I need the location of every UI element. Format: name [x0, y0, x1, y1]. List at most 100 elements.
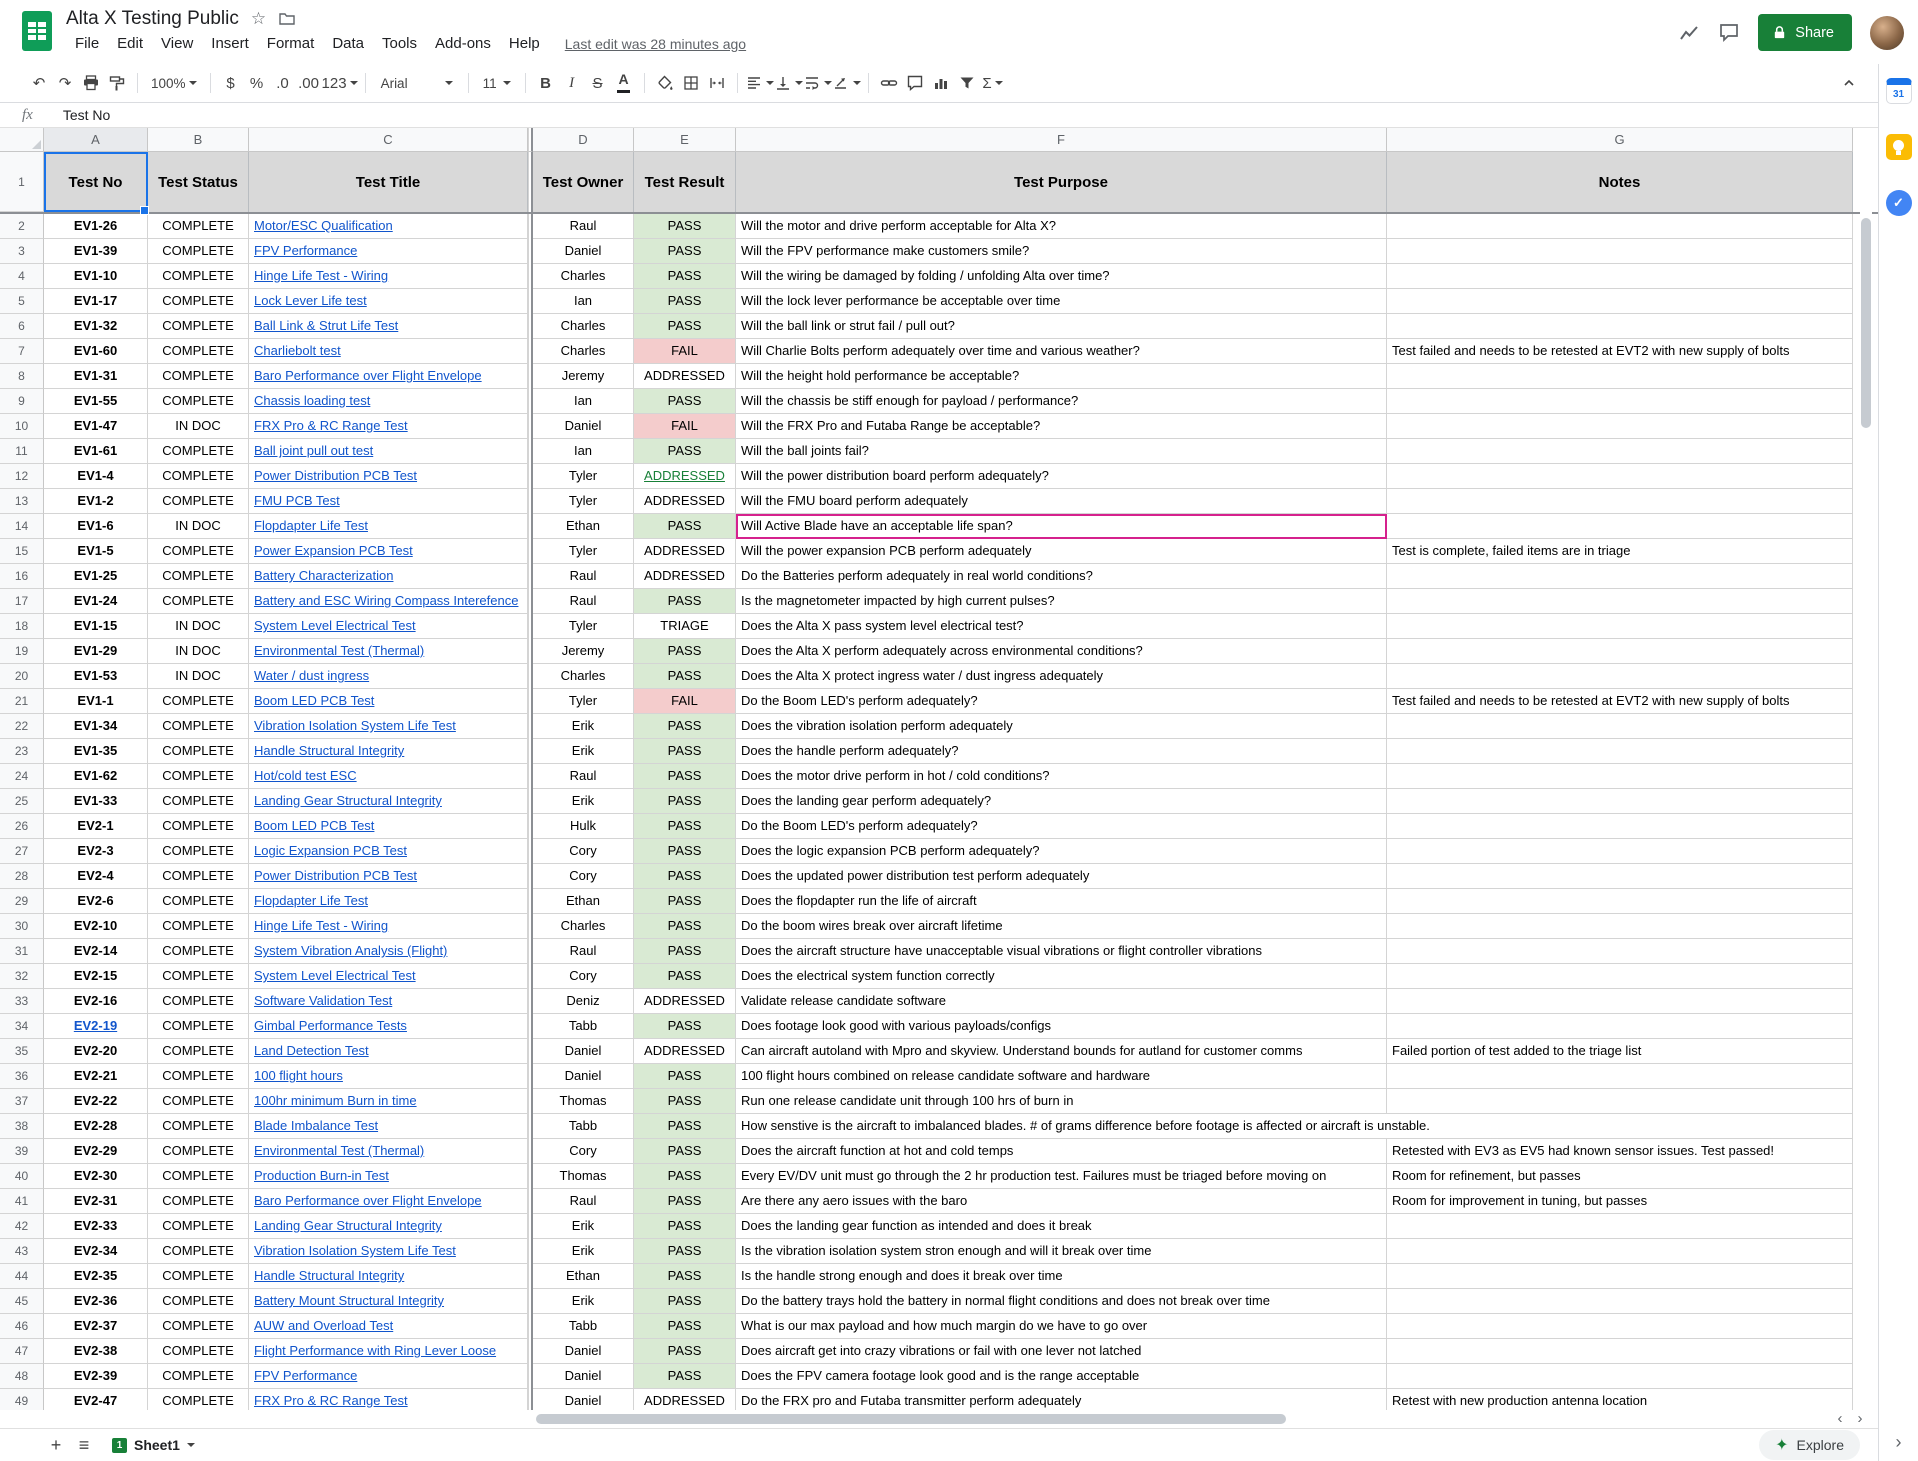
- collapse-toolbar-button[interactable]: [1836, 70, 1862, 96]
- cell-D11[interactable]: Ian: [533, 439, 634, 464]
- column-header-B[interactable]: B: [148, 128, 249, 152]
- cell-A7[interactable]: EV1-60: [44, 339, 148, 364]
- cell-C2[interactable]: Motor/ESC Qualification: [249, 214, 528, 239]
- cell-E30[interactable]: PASS: [634, 914, 736, 939]
- test-title-link[interactable]: Baro Performance over Flight Envelope: [254, 1193, 482, 1208]
- cell-B31[interactable]: COMPLETE: [148, 939, 249, 964]
- cell-A16[interactable]: EV1-25: [44, 564, 148, 589]
- horizontal-align-button[interactable]: [745, 70, 774, 96]
- cell-D20[interactable]: Charles: [533, 664, 634, 689]
- cell-F8[interactable]: Will the height hold performance be acce…: [736, 364, 1387, 389]
- row-header-14[interactable]: 14: [0, 514, 44, 539]
- cell-D38[interactable]: Tabb: [533, 1114, 634, 1139]
- cell-B9[interactable]: COMPLETE: [148, 389, 249, 414]
- cell-A20[interactable]: EV1-53: [44, 664, 148, 689]
- cell-B43[interactable]: COMPLETE: [148, 1239, 249, 1264]
- cell-F19[interactable]: Does the Alta X perform adequately acros…: [736, 639, 1387, 664]
- cell-G35[interactable]: Failed portion of test added to the tria…: [1387, 1039, 1853, 1064]
- row-header-47[interactable]: 47: [0, 1339, 44, 1364]
- cell-A22[interactable]: EV1-34: [44, 714, 148, 739]
- cell-C13[interactable]: FMU PCB Test: [249, 489, 528, 514]
- cell-F39[interactable]: Does the aircraft function at hot and co…: [736, 1139, 1387, 1164]
- column-header-F[interactable]: F: [736, 128, 1387, 152]
- cell-D26[interactable]: Hulk: [533, 814, 634, 839]
- test-title-link[interactable]: System Level Electrical Test: [254, 618, 416, 633]
- cell-G43[interactable]: [1387, 1239, 1853, 1264]
- row-header-29[interactable]: 29: [0, 889, 44, 914]
- cell-D33[interactable]: Deniz: [533, 989, 634, 1014]
- scroll-right-button[interactable]: ›: [1852, 1410, 1868, 1426]
- cell-F18[interactable]: Does the Alta X pass system level electr…: [736, 614, 1387, 639]
- undo-button[interactable]: ↶: [26, 70, 52, 96]
- menu-file[interactable]: File: [66, 33, 108, 54]
- menu-edit[interactable]: Edit: [108, 33, 152, 54]
- all-sheets-button[interactable]: ≡: [70, 1431, 98, 1459]
- cell-C46[interactable]: AUW and Overload Test: [249, 1314, 528, 1339]
- explore-button[interactable]: ✦ Explore: [1759, 1430, 1860, 1460]
- cell-F7[interactable]: Will Charlie Bolts perform adequately ov…: [736, 339, 1387, 364]
- cell-D34[interactable]: Tabb: [533, 1014, 634, 1039]
- cell-E37[interactable]: PASS: [634, 1089, 736, 1114]
- cell-G24[interactable]: [1387, 764, 1853, 789]
- row-header-41[interactable]: 41: [0, 1189, 44, 1214]
- cell-A29[interactable]: EV2-6: [44, 889, 148, 914]
- cell-A2[interactable]: EV1-26: [44, 214, 148, 239]
- filter-button[interactable]: [954, 70, 980, 96]
- cell-E7[interactable]: FAIL: [634, 339, 736, 364]
- cell-E47[interactable]: PASS: [634, 1339, 736, 1364]
- row-header-34[interactable]: 34: [0, 1014, 44, 1039]
- cell-D13[interactable]: Tyler: [533, 489, 634, 514]
- formula-bar-value[interactable]: Test No: [63, 107, 110, 123]
- cell-C49[interactable]: FRX Pro & RC Range Test: [249, 1389, 528, 1410]
- cell-C18[interactable]: System Level Electrical Test: [249, 614, 528, 639]
- cell-C30[interactable]: Hinge Life Test - Wiring: [249, 914, 528, 939]
- cell-F3[interactable]: Will the FPV performance make customers …: [736, 239, 1387, 264]
- test-title-link[interactable]: Environmental Test (Thermal): [254, 643, 424, 658]
- row-header-42[interactable]: 42: [0, 1214, 44, 1239]
- cell-B28[interactable]: COMPLETE: [148, 864, 249, 889]
- cell-C5[interactable]: Lock Lever Life test: [249, 289, 528, 314]
- cell-C10[interactable]: FRX Pro & RC Range Test: [249, 414, 528, 439]
- cell-A25[interactable]: EV1-33: [44, 789, 148, 814]
- cell-C42[interactable]: Landing Gear Structural Integrity: [249, 1214, 528, 1239]
- cell-E42[interactable]: PASS: [634, 1214, 736, 1239]
- add-sheet-button[interactable]: +: [42, 1431, 70, 1459]
- cell-D35[interactable]: Daniel: [533, 1039, 634, 1064]
- cell-E21[interactable]: FAIL: [634, 689, 736, 714]
- menu-help[interactable]: Help: [500, 33, 549, 54]
- test-title-link[interactable]: Environmental Test (Thermal): [254, 1143, 424, 1158]
- menu-tools[interactable]: Tools: [373, 33, 426, 54]
- cell-E6[interactable]: PASS: [634, 314, 736, 339]
- horizontal-scrollbar[interactable]: ‹ ›: [0, 1410, 1878, 1428]
- cell-F33[interactable]: Validate release candidate software: [736, 989, 1387, 1014]
- cell-F27[interactable]: Does the logic expansion PCB perform ade…: [736, 839, 1387, 864]
- text-color-button[interactable]: A: [611, 70, 637, 96]
- paint-format-button[interactable]: [104, 70, 130, 96]
- share-button[interactable]: Share: [1758, 14, 1852, 51]
- test-title-link[interactable]: FPV Performance: [254, 1368, 357, 1383]
- cell-C41[interactable]: Baro Performance over Flight Envelope: [249, 1189, 528, 1214]
- cell-F46[interactable]: What is our max payload and how much mar…: [736, 1314, 1387, 1339]
- cell-B42[interactable]: COMPLETE: [148, 1214, 249, 1239]
- row-header-27[interactable]: 27: [0, 839, 44, 864]
- column-header-C[interactable]: C: [249, 128, 528, 152]
- insert-link-button[interactable]: [876, 70, 902, 96]
- row-header-45[interactable]: 45: [0, 1289, 44, 1314]
- cell-A3[interactable]: EV1-39: [44, 239, 148, 264]
- cell-E44[interactable]: PASS: [634, 1264, 736, 1289]
- row-header-7[interactable]: 7: [0, 339, 44, 364]
- test-title-link[interactable]: Handle Structural Integrity: [254, 743, 404, 758]
- cell-G48[interactable]: [1387, 1364, 1853, 1389]
- select-all-corner[interactable]: [0, 128, 44, 152]
- test-title-link[interactable]: Battery Characterization: [254, 568, 393, 583]
- cell-D5[interactable]: Ian: [533, 289, 634, 314]
- cell-E10[interactable]: FAIL: [634, 414, 736, 439]
- test-title-link[interactable]: System Vibration Analysis (Flight): [254, 943, 447, 958]
- cell-A27[interactable]: EV2-3: [44, 839, 148, 864]
- cell-F37[interactable]: Run one release candidate unit through 1…: [736, 1089, 1387, 1114]
- cell-A37[interactable]: EV2-22: [44, 1089, 148, 1114]
- cell-E29[interactable]: PASS: [634, 889, 736, 914]
- cell-A49[interactable]: EV2-47: [44, 1389, 148, 1410]
- cell-A21[interactable]: EV1-1: [44, 689, 148, 714]
- cell-F38[interactable]: How senstive is the aircraft to imbalanc…: [736, 1114, 1387, 1139]
